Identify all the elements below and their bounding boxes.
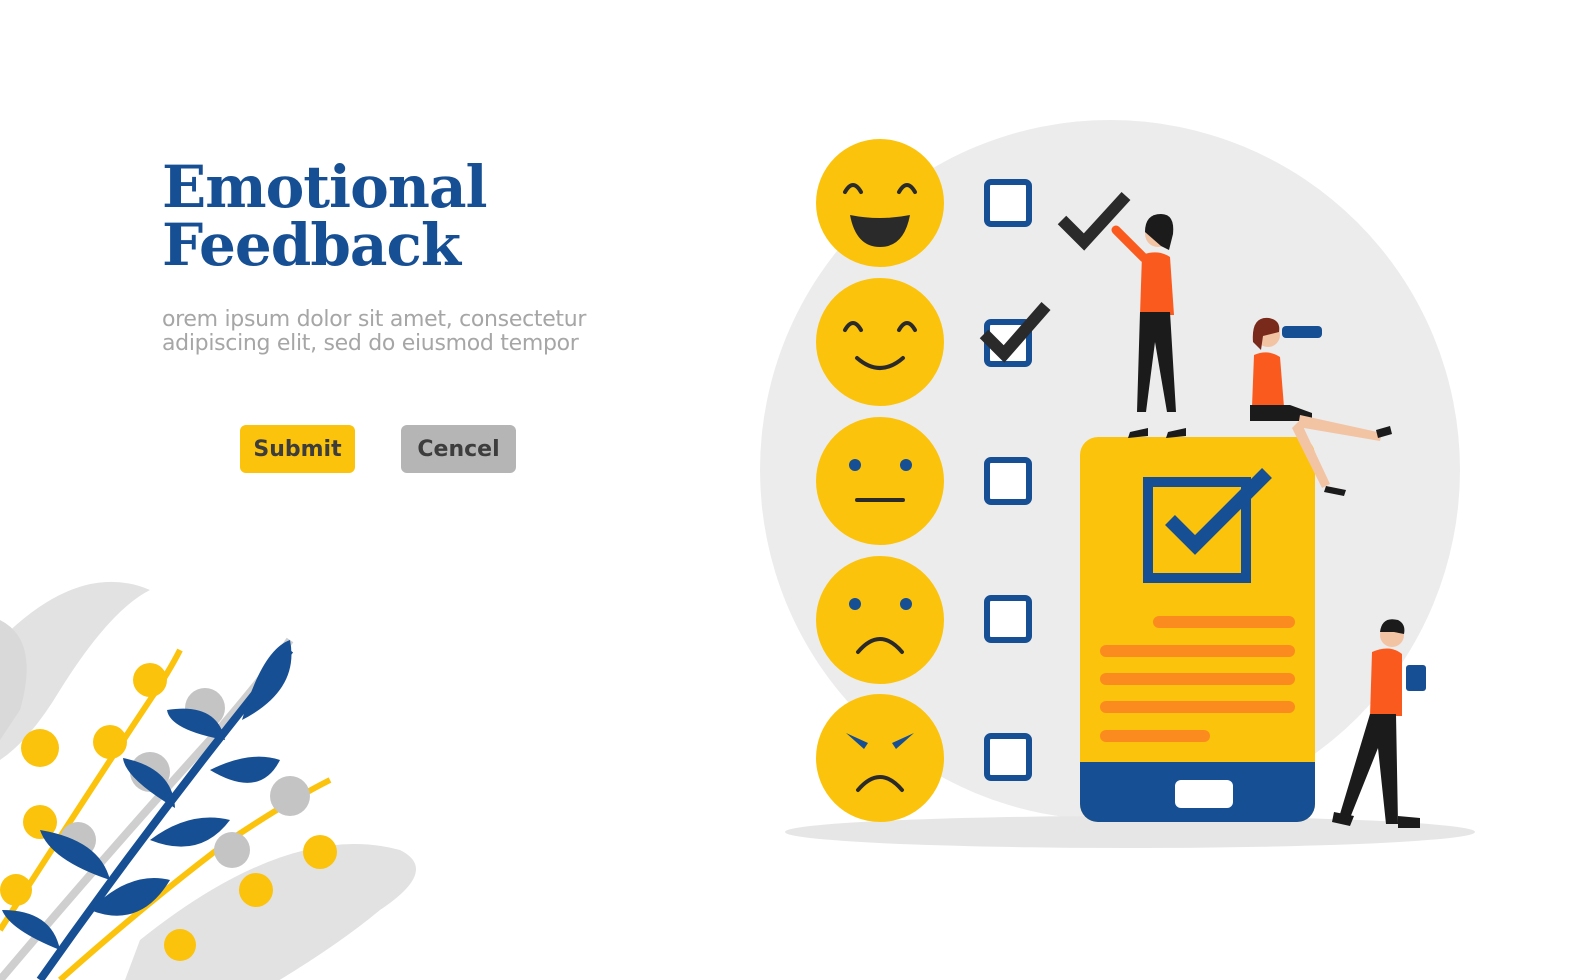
title-line-1: Emotional bbox=[162, 153, 488, 221]
checkbox-5[interactable] bbox=[984, 733, 1032, 781]
submit-button[interactable]: Submit bbox=[240, 425, 355, 473]
subtitle: orem ipsum dolor sit amet, consectetur a… bbox=[162, 308, 586, 356]
checkbox-3[interactable] bbox=[984, 457, 1032, 505]
title-line-2: Feedback bbox=[162, 211, 461, 279]
neutral-face-icon bbox=[816, 417, 944, 545]
illustration bbox=[0, 120, 1475, 980]
checkbox-1[interactable] bbox=[984, 179, 1032, 227]
cancel-button[interactable]: Cencel bbox=[401, 425, 516, 473]
angry-face-icon bbox=[816, 694, 944, 822]
checkbox-4[interactable] bbox=[984, 595, 1032, 643]
subtitle-line-1: orem ipsum dolor sit amet, consectetur bbox=[162, 307, 587, 332]
laughing-face-icon bbox=[816, 139, 944, 267]
phone-illustration bbox=[1080, 437, 1315, 822]
sad-face-icon bbox=[816, 556, 944, 684]
decorative-leaves bbox=[0, 581, 416, 980]
smiling-face-icon bbox=[816, 278, 944, 406]
page-title: Emotional Feedback bbox=[162, 153, 488, 279]
subtitle-line-2: adipiscing elit, sed do eiusmod tempor bbox=[162, 331, 579, 356]
